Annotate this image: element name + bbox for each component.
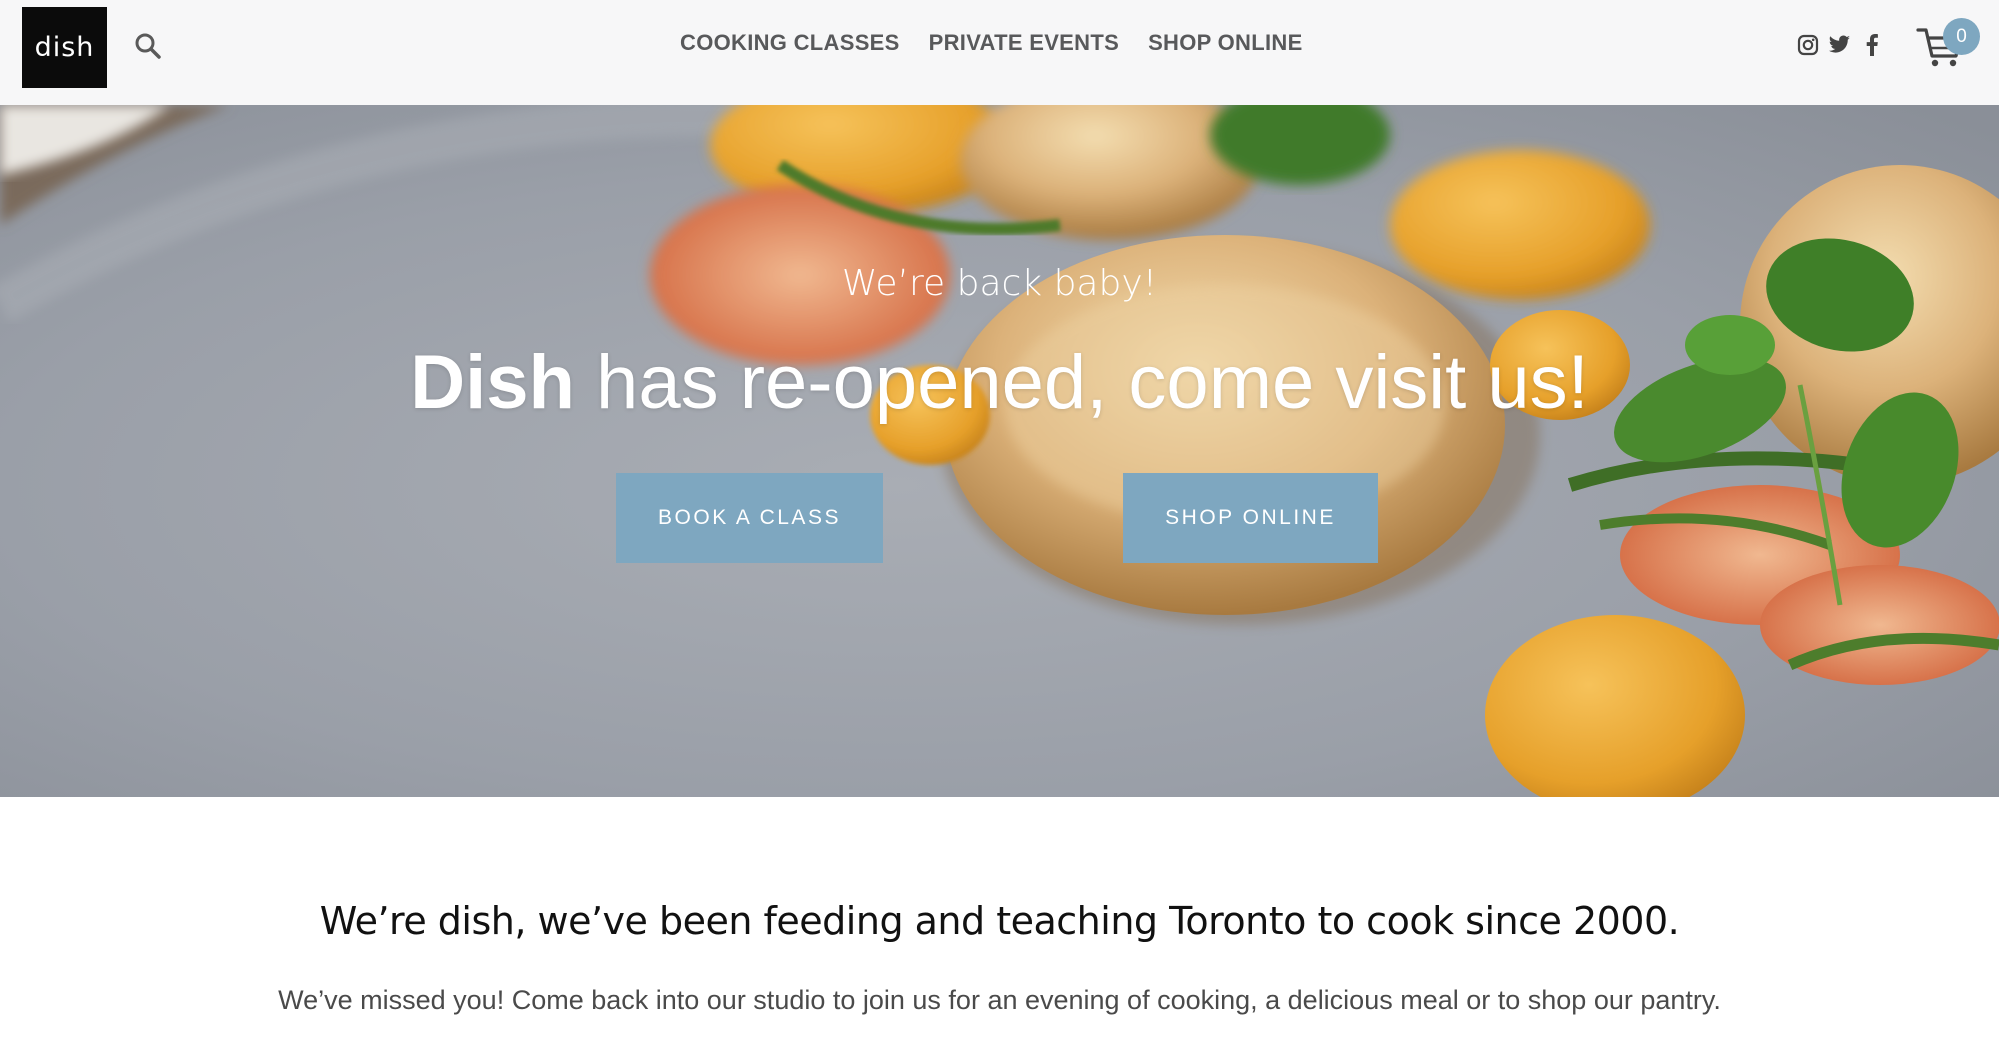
hero-kicker: We’re back baby! <box>841 263 1158 304</box>
nav-private-events[interactable]: PRIVATE EVENTS <box>929 30 1119 56</box>
hero-headline-text: has re-opened, come visit us! <box>574 340 1589 425</box>
cart-count-badge: 0 <box>1943 18 1980 55</box>
logo[interactable]: dish <box>22 7 107 88</box>
shop-online-button[interactable]: SHOP ONLINE <box>1123 473 1378 563</box>
hero-banner: We’re back baby! Dish has re-opened, com… <box>0 105 1999 797</box>
main-nav: COOKING CLASSES PRIVATE EVENTS SHOP ONLI… <box>680 30 1303 56</box>
intro-title: We’re dish, we’ve been feeding and teach… <box>319 899 1680 943</box>
nav-shop-online[interactable]: SHOP ONLINE <box>1148 30 1302 56</box>
search-icon[interactable] <box>133 31 163 61</box>
nav-cooking-classes[interactable]: COOKING CLASSES <box>680 30 900 56</box>
hero-headline: Dish has re-opened, come visit us! <box>0 345 1999 421</box>
intro-text: We’ve missed you! Come back into our stu… <box>278 985 1721 1015</box>
hero-food-image <box>0 105 1999 797</box>
book-a-class-button[interactable]: BOOK A CLASS <box>616 473 883 563</box>
logo-text: dish <box>34 32 95 63</box>
site-header: dish COOKING CLASSES PRIVATE EVENTS SHOP… <box>0 0 1999 105</box>
twitter-icon[interactable] <box>1826 33 1852 57</box>
facebook-icon[interactable] <box>1861 33 1883 57</box>
instagram-icon[interactable] <box>1795 33 1821 57</box>
hero-headline-brand: Dish <box>410 340 575 425</box>
